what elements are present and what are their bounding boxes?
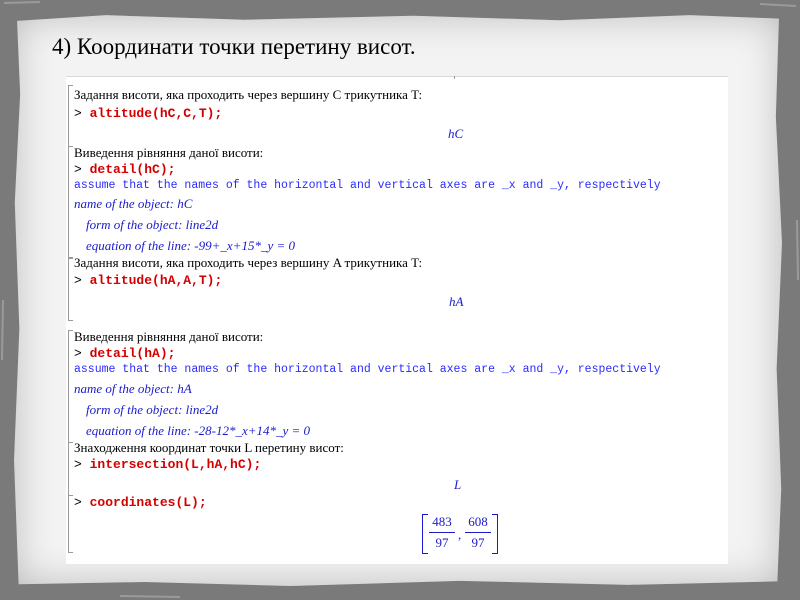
comment-line: Знаходження координат точки L перетину в… xyxy=(74,440,344,455)
command-line[interactable]: > detail(hC); xyxy=(74,162,175,177)
output-note: assume that the names of the horizontal … xyxy=(74,363,661,376)
command-input[interactable]: intersection(L,hA,hC); xyxy=(90,457,262,472)
command-line[interactable]: > detail(hA); xyxy=(74,346,175,361)
output-value: L xyxy=(454,477,462,492)
output-equation-line: equation of the line: -99+_x+15*_y = 0 xyxy=(86,238,295,253)
command-line[interactable]: > coordinates(L); xyxy=(74,495,207,510)
y-coordinate-fraction: 608 97 xyxy=(464,514,492,551)
prompt-symbol: > xyxy=(74,162,82,177)
output-name-line: name of the object: hA xyxy=(74,381,192,396)
prompt-symbol: > xyxy=(74,495,82,510)
output-note: assume that the names of the horizontal … xyxy=(74,179,661,192)
command-line[interactable]: > intersection(L,hA,hC); xyxy=(74,457,261,472)
prompt-symbol: > xyxy=(74,346,82,361)
comment-line: Задання висоти, яка проходить через верш… xyxy=(74,87,423,102)
command-input[interactable]: altitude(hA,A,T); xyxy=(90,273,223,288)
comment-line: Задання висоти, яка проходить через верш… xyxy=(74,255,423,270)
command-input[interactable]: detail(hA); xyxy=(90,346,176,361)
x-coordinate-fraction: 483 97 xyxy=(428,514,456,551)
command-line[interactable]: > altitude(hA,A,T); xyxy=(74,273,222,288)
output-value: hA xyxy=(449,294,464,309)
comment-line: Виведення рівняння даної висоти: xyxy=(74,145,264,160)
x-numerator: 483 xyxy=(432,514,452,529)
execution-group-bracket[interactable] xyxy=(68,85,73,147)
prompt-symbol: > xyxy=(74,457,82,472)
command-input[interactable]: altitude(hC,C,T); xyxy=(90,106,223,121)
coordinate-separator: , xyxy=(458,527,462,542)
output-name-line: name of the object: hC xyxy=(74,196,193,211)
y-denominator: 97 xyxy=(471,535,485,550)
execution-group-bracket[interactable] xyxy=(68,495,73,553)
output-form-line: form of the object: line2d xyxy=(86,217,219,232)
worksheet-top-edge xyxy=(66,76,728,81)
execution-group-bracket[interactable] xyxy=(68,442,73,496)
output-form-line: form of the object: line2d xyxy=(86,402,219,417)
prompt-symbol: > xyxy=(74,273,82,288)
execution-group-bracket[interactable] xyxy=(68,257,73,321)
output-equation-line: equation of the line: -28-12*_x+14*_y = … xyxy=(86,423,311,438)
y-numerator: 608 xyxy=(468,514,488,529)
x-denominator: 97 xyxy=(435,535,449,550)
prompt-symbol: > xyxy=(74,106,82,121)
coordinates-result-matrix: 483 97 , 608 97 xyxy=(422,512,498,554)
slide-title: 4) Координати точки перетину висот. xyxy=(52,34,416,59)
maple-worksheet: Задання висоти, яка проходить через верш… xyxy=(66,76,728,564)
right-bracket xyxy=(492,514,498,554)
execution-group-bracket[interactable] xyxy=(68,146,73,259)
output-value: hC xyxy=(448,126,464,141)
execution-group-bracket[interactable] xyxy=(68,330,73,443)
command-line[interactable]: > altitude(hC,C,T); xyxy=(74,106,222,121)
command-input[interactable]: detail(hC); xyxy=(90,162,176,177)
comment-line: Виведення рівняння даної висоти: xyxy=(74,329,264,344)
command-input[interactable]: coordinates(L); xyxy=(90,495,207,510)
